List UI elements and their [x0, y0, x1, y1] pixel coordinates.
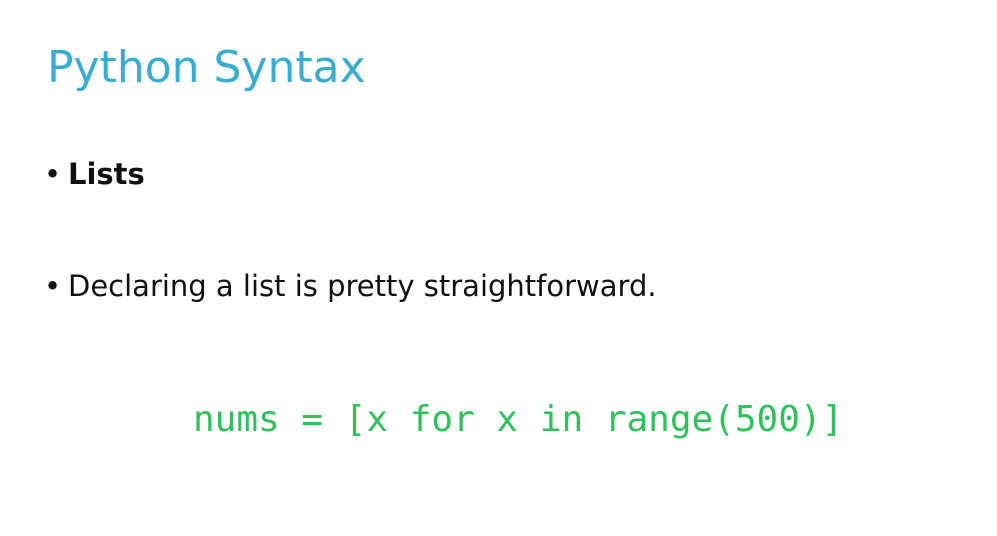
bullet-text: Lists	[68, 157, 145, 191]
slide-title: Python Syntax	[47, 42, 366, 93]
slide: Python Syntax • Lists • Declaring a list i…	[0, 0, 997, 536]
bullet-text: Declaring a list is pretty straightforwa…	[68, 269, 657, 303]
bullet-marker: •	[44, 157, 62, 191]
bullet-marker: •	[44, 269, 62, 303]
bullet-item-declaring: • Declaring a list is pretty straightforw…	[44, 268, 657, 304]
code-example: nums = [x for x in range(500)]	[193, 399, 844, 440]
bullet-item-lists: • Lists	[44, 156, 145, 192]
